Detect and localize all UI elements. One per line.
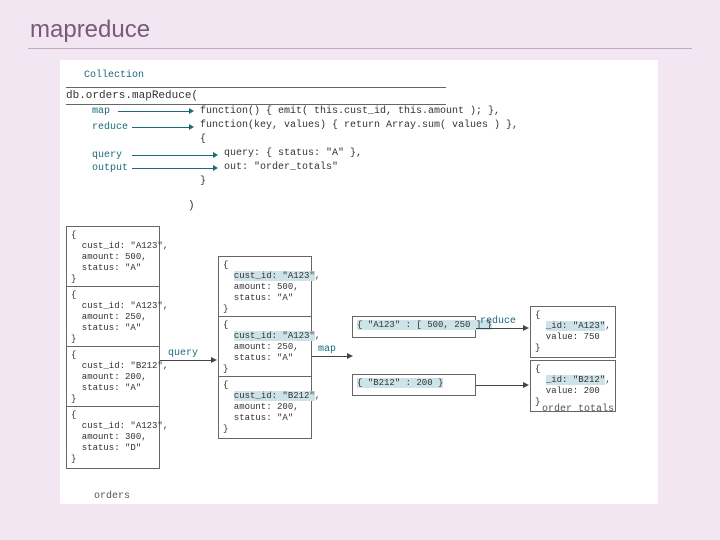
close-paren: ): [188, 200, 195, 212]
reduce-tag: reduce: [92, 122, 128, 133]
map-flow-arrow: [312, 356, 348, 357]
orders-doc: { cust_id: "A123", amount: 500, status: …: [66, 226, 160, 289]
filtered-doc: { cust_id: "B212", amount: 200, status: …: [218, 376, 312, 439]
filtered-doc: { cust_id: "A123", amount: 250, status: …: [218, 316, 312, 379]
title-underline: [28, 48, 692, 49]
orders-caption: orders: [94, 491, 130, 502]
orders-doc: { cust_id: "B212", amount: 200, status: …: [66, 346, 160, 409]
diagram-panel: Collection db.orders.mapReduce( map redu…: [60, 60, 658, 504]
reduce-flow-label: reduce: [480, 316, 516, 327]
query-flow-label: query: [168, 348, 198, 359]
output-caption: order_totals: [542, 404, 614, 415]
result-doc: { _id: "A123", value: 750 }: [530, 306, 616, 358]
orders-doc: { cust_id: "A123", amount: 250, status: …: [66, 286, 160, 349]
orders-doc: { cust_id: "A123", amount: 300, status: …: [66, 406, 160, 469]
page-title: mapreduce: [30, 16, 150, 44]
map-tag-arrow: [118, 111, 190, 112]
reduce-flow-arrow: [476, 328, 524, 329]
reduce-flow-arrow: [476, 385, 524, 386]
output-tag: output: [92, 163, 128, 174]
reduce-tag-arrow: [132, 127, 190, 128]
mapreduce-invoke: db.orders.mapReduce(: [66, 87, 446, 105]
query-flow-arrow: [160, 360, 212, 361]
emit-pair: { "B212" : 200 }: [352, 374, 476, 396]
map-flow-label: map: [318, 344, 336, 355]
emit-pair: { "A123" : [ 500, 250 ] }: [352, 316, 476, 338]
collection-label: Collection: [84, 70, 144, 81]
filtered-doc: { cust_id: "A123", amount: 500, status: …: [218, 256, 312, 319]
query-tag: query: [92, 150, 122, 161]
code-body: function() { emit( this.cust_id, this.am…: [200, 105, 518, 189]
map-tag: map: [92, 106, 110, 117]
